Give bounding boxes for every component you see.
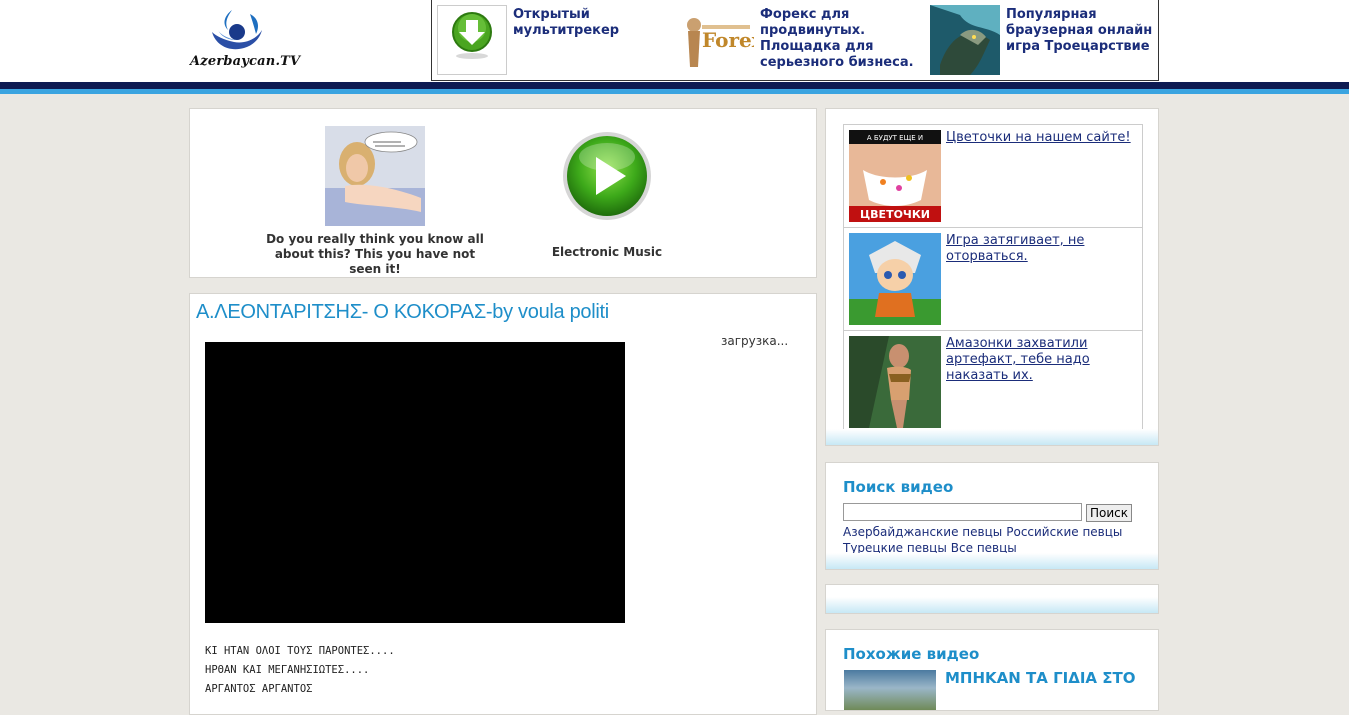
logo-text: Azerbaycan.TV bbox=[190, 54, 301, 69]
top-ad-3-thumb bbox=[930, 5, 1000, 75]
panel-fade bbox=[826, 429, 1158, 445]
site-logo[interactable]: Azerbaycan.TV bbox=[190, 8, 300, 74]
video-search-panel: Поиск видео Поиск Азербайджанские певцы Р… bbox=[825, 462, 1159, 570]
top-ad-1-thumb bbox=[437, 5, 507, 75]
top-ad-1[interactable]: Открытый мультитрекер bbox=[437, 5, 677, 77]
similar-video-title[interactable]: ΜΠΗΚΑΝ ΤΑ ΓΙΔΙΑ ΣΤΟ bbox=[945, 669, 1136, 687]
similar-heading: Похожие видео bbox=[843, 645, 980, 663]
similar-videos-panel: Похожие видео ΜΠΗΚΑΝ ΤΑ ΓΙΔΙΑ ΣΤΟ bbox=[825, 629, 1159, 711]
sidebar-ad-3-thumb bbox=[849, 336, 941, 428]
top-ad-2-text: Форекс для продвинутых. Площадка для сер… bbox=[760, 7, 914, 70]
search-heading: Поиск видео bbox=[843, 478, 954, 496]
sidebar-ad-1-thumb: А БУДУТ ЕЩЕ И ЦВЕТОЧКИ bbox=[849, 130, 941, 222]
lyrics-line: ΗΡΘΑΝ ΚΑΙ ΜΕΓΑΝΗΣΙΩΤΕΣ.... bbox=[205, 664, 370, 676]
video-title[interactable]: Α.ΛΕΟΝΤΑΡΙΤΣΗΣ- Ο ΚΟΚΟΡΑΣ-by voula polit… bbox=[196, 301, 609, 324]
top-ad-3-text: Популярная браузерная онлайн игра Троеца… bbox=[1006, 7, 1153, 54]
wolf-warrior-icon bbox=[930, 5, 1000, 75]
forex-logo-text: Forex bbox=[702, 28, 754, 52]
lyrics-line: ΚΙ ΗΤΑΝ ΟΛΟΙ ΤΟΥΣ ΠΑΡΟΝΤΕΣ.... bbox=[205, 645, 395, 657]
promo-item-1-caption: Do you really think you know all about t… bbox=[266, 232, 484, 276]
logo-mark-icon bbox=[212, 10, 262, 50]
top-ad-3[interactable]: Популярная браузерная онлайн игра Троеца… bbox=[930, 5, 1155, 77]
sidebar-ad-1[interactable]: А БУДУТ ЕЩЕ И ЦВЕТОЧКИ Цветочки на нашем… bbox=[844, 125, 1142, 228]
video-panel: Α.ΛΕΟΝΤΑΡΙΤΣΗΣ- Ο ΚΟΚΟΡΑΣ-by voula polit… bbox=[189, 293, 817, 715]
top-ad-2[interactable]: Forex Форекс для продвинутых. Площадка д… bbox=[684, 5, 924, 77]
promo-woman-thumbnail bbox=[325, 126, 425, 226]
sidebar-ad-1-banner-top: А БУДУТ ЕЩЕ И bbox=[867, 134, 923, 142]
loading-text: загрузка... bbox=[721, 334, 789, 348]
lyrics-line: ΑΡΓΑΝΤΟΣ ΑΡΓΑΝΤΟΣ bbox=[205, 683, 313, 695]
video-description: ΚΙ ΗΤΑΝ ΟΛΟΙ ΤΟΥΣ ΠΑΡΟΝΤΕΣ.... ΗΡΘΑΝ ΚΑΙ… bbox=[205, 642, 395, 699]
site-header: Azerbaycan.TV Открытый мультитрекер Fore… bbox=[0, 0, 1349, 82]
top-ad-1-text: Открытый мультитрекер bbox=[513, 7, 620, 38]
sidebar-ad-2-link[interactable]: Игра затягивает, не оторваться. bbox=[946, 233, 1136, 265]
promo-item-1[interactable]: Do you really think you know all about t… bbox=[260, 126, 490, 277]
sidebar-ad-2-thumb bbox=[849, 233, 941, 325]
forex-woman-icon: Forex bbox=[684, 5, 765, 75]
promo-item-2[interactable]: Electronic Music bbox=[540, 129, 674, 260]
sidebar-ad-list: А БУДУТ ЕЩЕ И ЦВЕТОЧКИ Цветочки на нашем… bbox=[843, 124, 1143, 434]
header-stripe-light bbox=[0, 89, 1349, 94]
panel-fade bbox=[826, 597, 1158, 613]
sidebar-empty-panel bbox=[825, 584, 1159, 614]
link-azerbaijani-singers[interactable]: Азербайджанские певцы bbox=[843, 525, 1002, 539]
sidebar-ad-3-link[interactable]: Амазонки захватили артефакт, тебе надо н… bbox=[946, 336, 1136, 384]
video-player[interactable] bbox=[205, 342, 625, 623]
search-button[interactable]: Поиск bbox=[1086, 504, 1133, 522]
link-russian-singers[interactable]: Российские певцы bbox=[1006, 525, 1122, 539]
sidebar-ad-2[interactable]: Игра затягивает, не оторваться. bbox=[844, 228, 1142, 331]
similar-video-thumbnail[interactable] bbox=[844, 670, 936, 710]
search-input[interactable] bbox=[843, 503, 1082, 521]
promo-panel: Do you really think you know all about t… bbox=[189, 108, 817, 278]
top-ad-banner: Открытый мультитрекер Forex Форекс для п… bbox=[431, 0, 1159, 81]
play-button-icon bbox=[563, 132, 651, 220]
top-ad-2-thumb: Forex bbox=[684, 5, 765, 75]
header-stripe-dark bbox=[0, 82, 1349, 89]
sidebar-ad-3[interactable]: Амазонки захватили артефакт, тебе надо н… bbox=[844, 331, 1142, 433]
sidebar-ad-1-link[interactable]: Цветочки на нашем сайте! bbox=[946, 130, 1136, 146]
promo-item-2-caption: Electronic Music bbox=[551, 245, 663, 259]
panel-fade bbox=[826, 553, 1158, 569]
sidebar-ads-panel: А БУДУТ ЕЩЕ И ЦВЕТОЧКИ Цветочки на нашем… bbox=[825, 108, 1159, 446]
sidebar-ad-1-banner-bottom: ЦВЕТОЧКИ bbox=[860, 208, 930, 221]
download-arrow-icon bbox=[452, 12, 492, 59]
singer-links: Азербайджанские певцы Российские певцы Ту… bbox=[843, 524, 1143, 556]
